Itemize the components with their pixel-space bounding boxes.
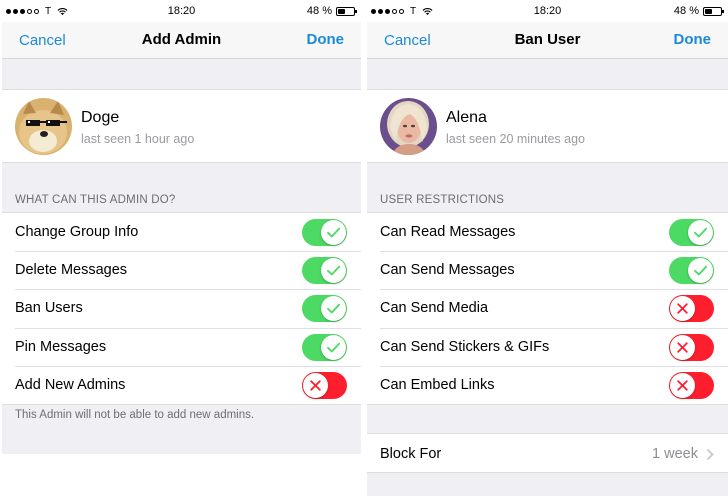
permission-label: Add New Admins xyxy=(15,376,126,393)
restriction-row: Can Read Messages xyxy=(367,213,728,251)
permission-label: Delete Messages xyxy=(15,262,128,279)
status-bar: T 18:20 48 % xyxy=(367,0,728,22)
done-button[interactable]: Done xyxy=(307,31,345,48)
permission-toggle[interactable] xyxy=(302,219,347,246)
block-for-label: Block For xyxy=(380,446,442,462)
done-button[interactable]: Done xyxy=(674,31,712,48)
toggle-knob xyxy=(670,334,695,360)
alena-avatar-image xyxy=(380,98,437,155)
permission-label: Pin Messages xyxy=(15,338,107,355)
block-for-value: 1 week xyxy=(652,446,698,462)
battery-fill xyxy=(705,8,713,14)
restriction-label: Can Send Stickers & GIFs xyxy=(380,338,550,355)
profile-name: Doge xyxy=(81,109,120,126)
doge-avatar-image xyxy=(15,98,72,155)
section-header: USER RESTRICTIONS xyxy=(380,194,505,206)
user-restrictions-list: Can Read Messages Can Send Messages Can … xyxy=(367,212,728,405)
toggle-knob xyxy=(321,258,346,284)
restriction-label: Can Read Messages xyxy=(380,224,516,240)
status-bar: T 18:20 48 % xyxy=(2,0,361,22)
permission-row: Delete Messages xyxy=(2,251,361,289)
restriction-toggle[interactable] xyxy=(669,257,714,285)
checkmark-icon xyxy=(327,265,341,276)
profile-name: Alena xyxy=(446,109,487,126)
restriction-label: Can Send Messages xyxy=(380,262,515,279)
restriction-row: Can Embed Links xyxy=(367,365,728,404)
restriction-label: Can Send Media xyxy=(380,300,489,317)
permission-toggle[interactable] xyxy=(302,295,347,323)
toggle-knob xyxy=(303,372,328,398)
x-icon xyxy=(677,341,688,353)
user-profile: Alena last seen 20 minutes ago xyxy=(367,89,728,163)
permission-toggle[interactable] xyxy=(302,257,347,285)
restriction-row: Can Send Stickers & GIFs xyxy=(367,327,728,366)
navigation-bar: Cancel Ban User Done xyxy=(367,22,728,59)
user-profile: Doge last seen 1 hour ago xyxy=(2,89,361,163)
battery-status: 48 % xyxy=(673,5,724,17)
checkmark-icon xyxy=(327,342,341,352)
bottom-panel xyxy=(2,454,361,496)
permission-toggle[interactable] xyxy=(302,371,347,399)
permission-label: Ban Users xyxy=(15,300,83,317)
restriction-row: Can Send Media xyxy=(367,289,728,327)
navigation-bar: Cancel Add Admin Done xyxy=(2,22,361,59)
permission-row: Change Group Info xyxy=(2,213,361,251)
toggle-knob xyxy=(670,296,695,322)
battery-icon xyxy=(703,6,724,16)
restriction-toggle[interactable] xyxy=(669,371,714,399)
permission-toggle[interactable] xyxy=(302,333,347,361)
permission-row: Add New Admins xyxy=(2,365,361,404)
toggle-knob xyxy=(321,220,346,245)
checkmark-icon xyxy=(327,227,341,238)
battery-percent: 48 % xyxy=(673,5,699,17)
footer-note: This Admin will not be able to add new a… xyxy=(15,409,255,421)
x-icon xyxy=(310,380,321,391)
permission-label: Change Group Info xyxy=(15,224,139,240)
battery-percent: 48 % xyxy=(306,5,332,17)
checkmark-icon xyxy=(694,227,708,238)
permission-row: Pin Messages xyxy=(2,327,361,366)
restriction-toggle[interactable] xyxy=(669,333,714,361)
toggle-knob xyxy=(670,372,695,398)
toggle-knob xyxy=(321,334,346,360)
restriction-toggle[interactable] xyxy=(669,295,714,323)
block-for-row[interactable]: Block For 1 week xyxy=(367,433,728,473)
x-icon xyxy=(677,380,688,391)
avatar xyxy=(380,98,437,155)
battery-fill xyxy=(338,8,346,14)
toggle-knob xyxy=(688,220,713,245)
restriction-toggle[interactable] xyxy=(669,219,714,246)
checkmark-icon xyxy=(694,265,708,276)
add-admin-screen: T 18:20 48 % Cancel Add Admin Done Doge … xyxy=(2,0,361,496)
avatar xyxy=(15,98,72,155)
last-seen: last seen 20 minutes ago xyxy=(446,132,585,146)
toggle-knob xyxy=(688,258,713,284)
ban-user-screen: T 18:20 48 % Cancel Ban User Done Alena … xyxy=(367,0,728,496)
battery-icon xyxy=(336,6,357,16)
admin-permissions-list: Change Group Info Delete Messages Ban Us… xyxy=(2,212,361,405)
chevron-right-icon xyxy=(706,448,714,461)
restriction-row: Can Send Messages xyxy=(367,251,728,289)
section-header: WHAT CAN THIS ADMIN DO? xyxy=(15,194,176,206)
restriction-label: Can Embed Links xyxy=(380,376,495,393)
checkmark-icon xyxy=(327,304,341,314)
toggle-knob xyxy=(321,296,346,322)
last-seen: last seen 1 hour ago xyxy=(81,132,195,146)
permission-row: Ban Users xyxy=(2,289,361,327)
battery-status: 48 % xyxy=(306,5,357,17)
x-icon xyxy=(677,303,688,315)
